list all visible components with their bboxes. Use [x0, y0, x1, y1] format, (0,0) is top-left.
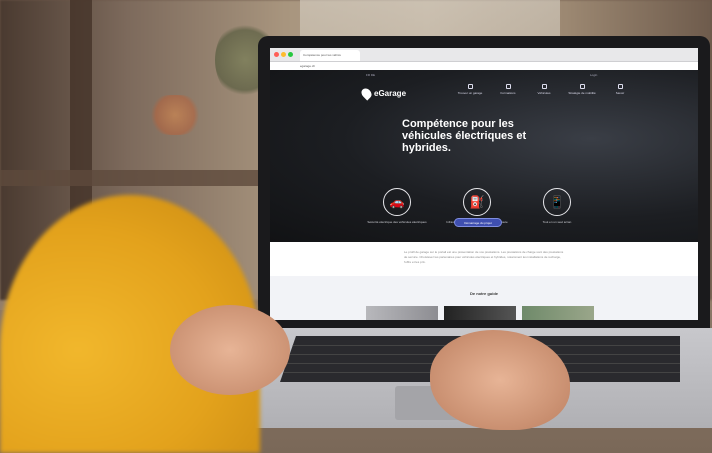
nav-icon	[617, 84, 623, 89]
language-switcher[interactable]: FR DE	[366, 73, 375, 77]
nav-icon	[505, 84, 511, 89]
background-object	[150, 95, 200, 135]
feature-all-in-one[interactable]: 📱 Tout en un seul écran	[522, 188, 592, 224]
guide-thumbnail[interactable]	[444, 306, 516, 320]
background-shelf	[0, 170, 260, 186]
nav-item-vehicles[interactable]: Véhicules	[524, 84, 564, 95]
nav-icon	[467, 84, 473, 89]
nav-item-mobility-strategy[interactable]: Stratégie de mobilité	[562, 84, 602, 95]
left-hand	[170, 305, 290, 395]
nav-icon	[579, 84, 585, 89]
hero-section: FR DE Login eGarage Trouver un garage Fo…	[270, 70, 698, 242]
photo-scene: Compétence pour les véhicu egarage.ch FR…	[0, 0, 712, 453]
browser-tab-bar: Compétence pour les véhicu	[270, 48, 698, 62]
car-icon: 🚗	[383, 188, 411, 216]
guide-thumbnail[interactable]	[366, 306, 438, 320]
address-bar[interactable]: egarage.ch	[300, 64, 315, 68]
maximize-dot-icon[interactable]	[288, 52, 293, 57]
close-dot-icon[interactable]	[274, 52, 279, 57]
guide-thumbnail[interactable]	[522, 306, 594, 320]
egarage-logo[interactable]: eGarage	[359, 86, 407, 101]
feature-car-safety[interactable]: 🚗 Sécurité électrique des véhicules élec…	[362, 188, 432, 224]
hero-headline: Compétence pour les véhicules électrique…	[402, 118, 527, 154]
minimize-dot-icon[interactable]	[281, 52, 286, 57]
intro-paragraph: Le profil de garage sur le portail est u…	[404, 250, 564, 264]
nav-item-find-garage[interactable]: Trouver un garage	[450, 84, 490, 95]
start-project-button[interactable]: Démarrage du projet	[454, 218, 502, 227]
nav-item-trainings[interactable]: Formations	[488, 84, 528, 95]
logo-text: eGarage	[374, 89, 407, 98]
laptop-screen: Compétence pour les véhicu egarage.ch FR…	[270, 48, 698, 320]
browser-tab[interactable]: Compétence pour les véhicu	[300, 50, 360, 61]
nav-item-knowledge[interactable]: Savoir	[600, 84, 640, 95]
guide-title: De notre guide	[469, 291, 498, 296]
nav-icon	[541, 84, 547, 89]
login-link[interactable]: Login	[590, 73, 597, 77]
location-pin-icon	[359, 86, 374, 101]
charging-station-icon: ⛽	[463, 188, 491, 216]
smartphone-icon: 📱	[543, 188, 571, 216]
